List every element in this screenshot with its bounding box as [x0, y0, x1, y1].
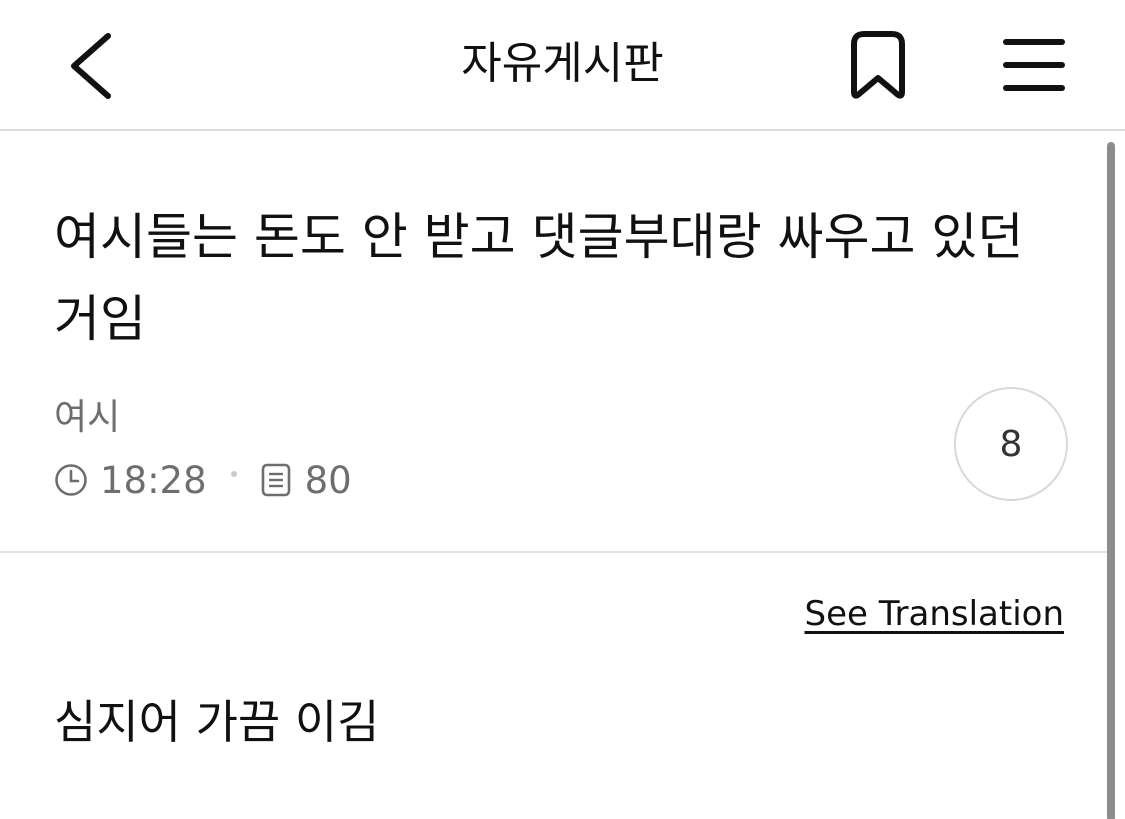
post-time: 18:28 — [100, 458, 207, 502]
post-meta: 18:28 80 — [54, 456, 352, 504]
bookmark-icon — [851, 31, 905, 99]
view-count: 80 — [304, 458, 352, 502]
divider — [0, 551, 1107, 553]
scrollbar[interactable] — [1107, 142, 1115, 819]
post-page: 자유게시판 여시들는 돈도 안 받고 댓글부대랑 싸우고 있던거임 여시 18:… — [0, 0, 1125, 819]
separator-dot — [230, 471, 237, 477]
bookmark-button[interactable] — [842, 30, 914, 102]
comment-count-button[interactable]: 8 — [954, 387, 1068, 501]
top-bar: 자유게시판 — [0, 0, 1125, 131]
see-translation-link[interactable]: See Translation — [805, 592, 1064, 636]
clock-icon — [55, 464, 87, 496]
author-name[interactable]: 여시 — [54, 394, 120, 442]
board-title: 자유게시판 — [461, 38, 664, 89]
document-icon — [261, 463, 290, 497]
post-title: 여시들는 돈도 안 받고 댓글부대랑 싸우고 있던거임 — [54, 208, 1024, 348]
menu-button[interactable] — [996, 30, 1072, 102]
post-body: 심지어 가끔 이김 — [54, 695, 380, 749]
hamburger-menu-icon — [1003, 39, 1065, 91]
